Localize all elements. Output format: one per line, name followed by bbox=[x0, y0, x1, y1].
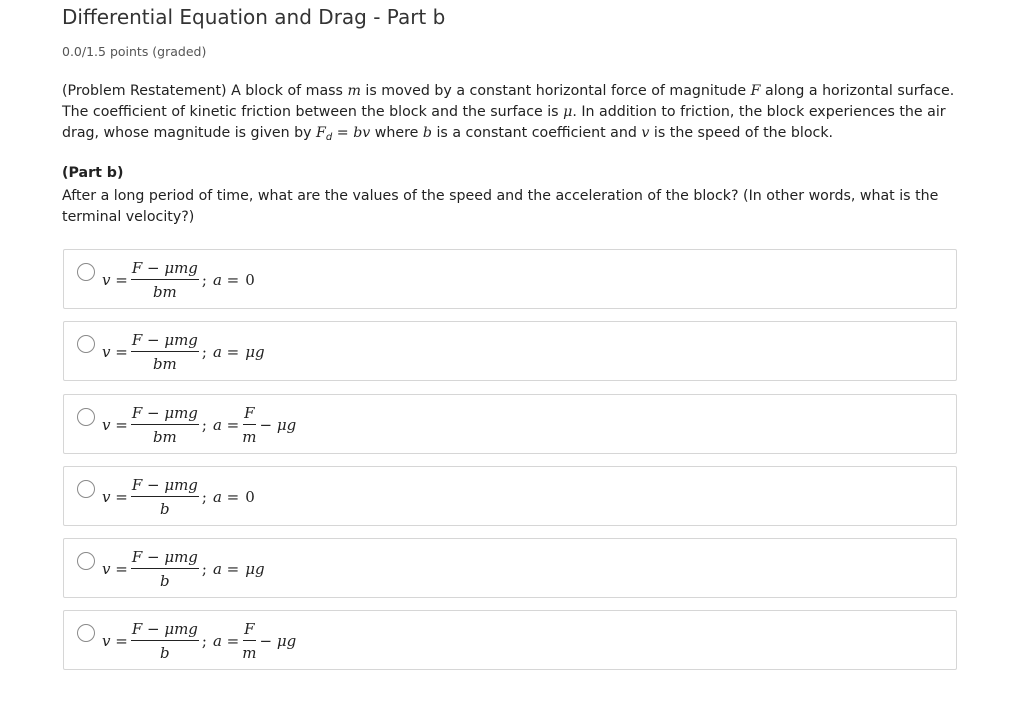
radio-button[interactable] bbox=[77, 408, 95, 426]
radio-button[interactable] bbox=[77, 480, 95, 498]
answer-option-6[interactable]: v = F − μmg b ; a = Fm − μg bbox=[63, 610, 957, 670]
option-equation: v = F − μmg bm ; a = 0 bbox=[102, 259, 255, 301]
answer-option-5[interactable]: v = F − μmg b ; a = μg bbox=[63, 538, 957, 598]
option-equation: v = F − μmg bm ; a = μg bbox=[102, 331, 265, 373]
option-equation: v = F − μmg bm ; a = Fm − μg bbox=[102, 404, 297, 446]
option-equation: v = F − μmg b ; a = Fm − μg bbox=[102, 620, 297, 662]
part-b-question: After a long period of time, what are th… bbox=[62, 188, 939, 225]
answer-option-2[interactable]: v = F − μmg bm ; a = μg bbox=[63, 321, 957, 381]
points-status: 0.0/1.5 points (graded) bbox=[62, 44, 207, 59]
option-equation: v = F − μmg b ; a = μg bbox=[102, 548, 265, 590]
part-b-label: (Part b) bbox=[62, 165, 124, 181]
answer-option-4[interactable]: v = F − μmg b ; a = 0 bbox=[63, 466, 957, 526]
radio-button[interactable] bbox=[77, 335, 95, 353]
radio-button[interactable] bbox=[77, 624, 95, 642]
page-title: Differential Equation and Drag - Part b bbox=[62, 5, 446, 29]
radio-button[interactable] bbox=[77, 552, 95, 570]
problem-restatement: (Problem Restatement) A block of mass m … bbox=[62, 83, 955, 143]
answer-option-3[interactable]: v = F − μmg bm ; a = Fm − μg bbox=[63, 394, 957, 454]
option-equation: v = F − μmg b ; a = 0 bbox=[102, 476, 255, 518]
answer-option-1[interactable]: v = F − μmg bm ; a = 0 bbox=[63, 249, 957, 309]
radio-button[interactable] bbox=[77, 263, 95, 281]
